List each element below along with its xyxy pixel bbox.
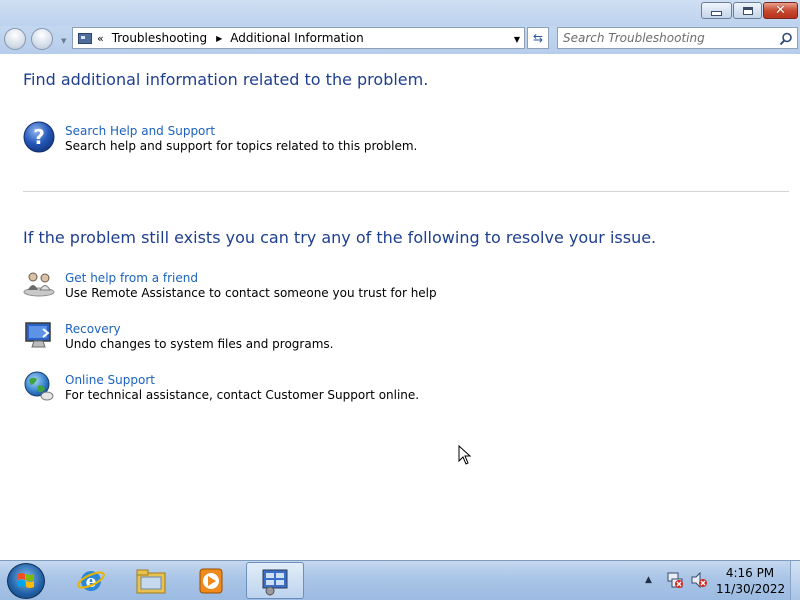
recent-pages-dropdown[interactable]: ▼ — [61, 37, 66, 45]
page-heading: Find additional information related to t… — [23, 70, 429, 89]
address-bar[interactable]: « Troubleshooting ▶ Additional Informati… — [72, 27, 525, 49]
clock-time: 4:16 PM — [725, 566, 775, 580]
volume-muted-icon[interactable] — [690, 571, 708, 589]
online-support-globe-icon — [23, 370, 55, 402]
refresh-button[interactable]: ⇆ — [527, 27, 549, 49]
search-help-description: Search help and support for topics relat… — [65, 139, 418, 153]
get-help-friend-description: Use Remote Assistance to contact someone… — [65, 286, 437, 300]
close-icon: ✕ — [775, 3, 786, 18]
start-button[interactable] — [7, 563, 45, 599]
navigation-bar: ▼ « Troubleshooting ▶ Additional Informa… — [0, 26, 800, 54]
address-overflow-chevron[interactable]: « — [97, 32, 104, 45]
online-support-link[interactable]: Online Support — [65, 373, 155, 387]
close-button[interactable]: ✕ — [763, 2, 798, 19]
get-help-friend-link[interactable]: Get help from a friend — [65, 271, 198, 285]
get-help-friend-item: Get help from a friend Use Remote Assist… — [23, 268, 723, 304]
help-question-icon: ? — [23, 121, 55, 153]
taskbar-internet-explorer[interactable]: e — [62, 562, 120, 599]
recovery-item: Recovery Undo changes to system files an… — [23, 319, 723, 355]
maximize-button[interactable] — [733, 2, 762, 19]
windows-logo-icon — [18, 573, 34, 588]
folder-icon — [136, 569, 166, 593]
mouse-pointer-icon — [458, 445, 472, 465]
refresh-icon: ⇆ — [532, 31, 544, 45]
show-desktop-button[interactable] — [790, 561, 800, 600]
minimize-icon — [711, 11, 722, 16]
divider — [23, 191, 789, 192]
help-support-item: ? Search Help and Support Search help an… — [23, 121, 723, 157]
ie-icon: e — [77, 570, 105, 592]
minimize-button[interactable] — [701, 2, 732, 19]
media-player-icon — [199, 568, 223, 593]
recovery-link[interactable]: Recovery — [65, 322, 121, 336]
search-input[interactable]: Search Troubleshooting — [563, 31, 705, 45]
show-hidden-icons-button[interactable]: ▲ — [645, 575, 652, 593]
recovery-description: Undo changes to system files and program… — [65, 337, 334, 351]
breadcrumb-additional-information[interactable]: Additional Information — [230, 31, 364, 45]
back-button[interactable] — [4, 28, 26, 50]
search-help-link[interactable]: Search Help and Support — [65, 124, 215, 138]
clock-date: 11/30/2022 — [716, 582, 786, 596]
system-clock[interactable]: 4:16 PM 11/30/2022 — [716, 565, 786, 597]
online-support-description: For technical assistance, contact Custom… — [65, 388, 420, 402]
address-dropdown-icon[interactable]: ▼ — [514, 35, 520, 44]
search-box[interactable]: Search Troubleshooting — [557, 27, 798, 49]
taskbar-media-player[interactable] — [182, 562, 240, 599]
section-heading: If the problem still exists you can try … — [23, 228, 657, 247]
svg-text:?: ? — [33, 125, 45, 149]
title-bar: ✕ — [0, 0, 800, 26]
taskbar-control-panel[interactable] — [246, 562, 304, 599]
breadcrumb-troubleshooting[interactable]: Troubleshooting — [112, 31, 207, 45]
control-panel-icon — [262, 569, 288, 595]
taskbar-windows-explorer[interactable] — [122, 562, 180, 599]
maximize-icon — [742, 6, 753, 15]
main-content: Find additional information related to t… — [0, 54, 800, 560]
taskbar: e ▲ 4:16 PM 11/30/2022 — [0, 560, 800, 600]
network-icon[interactable] — [666, 571, 684, 589]
search-icon[interactable] — [779, 31, 793, 46]
breadcrumb-separator-icon[interactable]: ▶ — [216, 34, 222, 43]
remote-assistance-icon — [23, 268, 55, 300]
control-panel-icon — [78, 32, 92, 44]
online-support-item: Online Support For technical assistance,… — [23, 370, 723, 406]
forward-button[interactable] — [31, 28, 53, 50]
recovery-icon — [23, 319, 55, 351]
